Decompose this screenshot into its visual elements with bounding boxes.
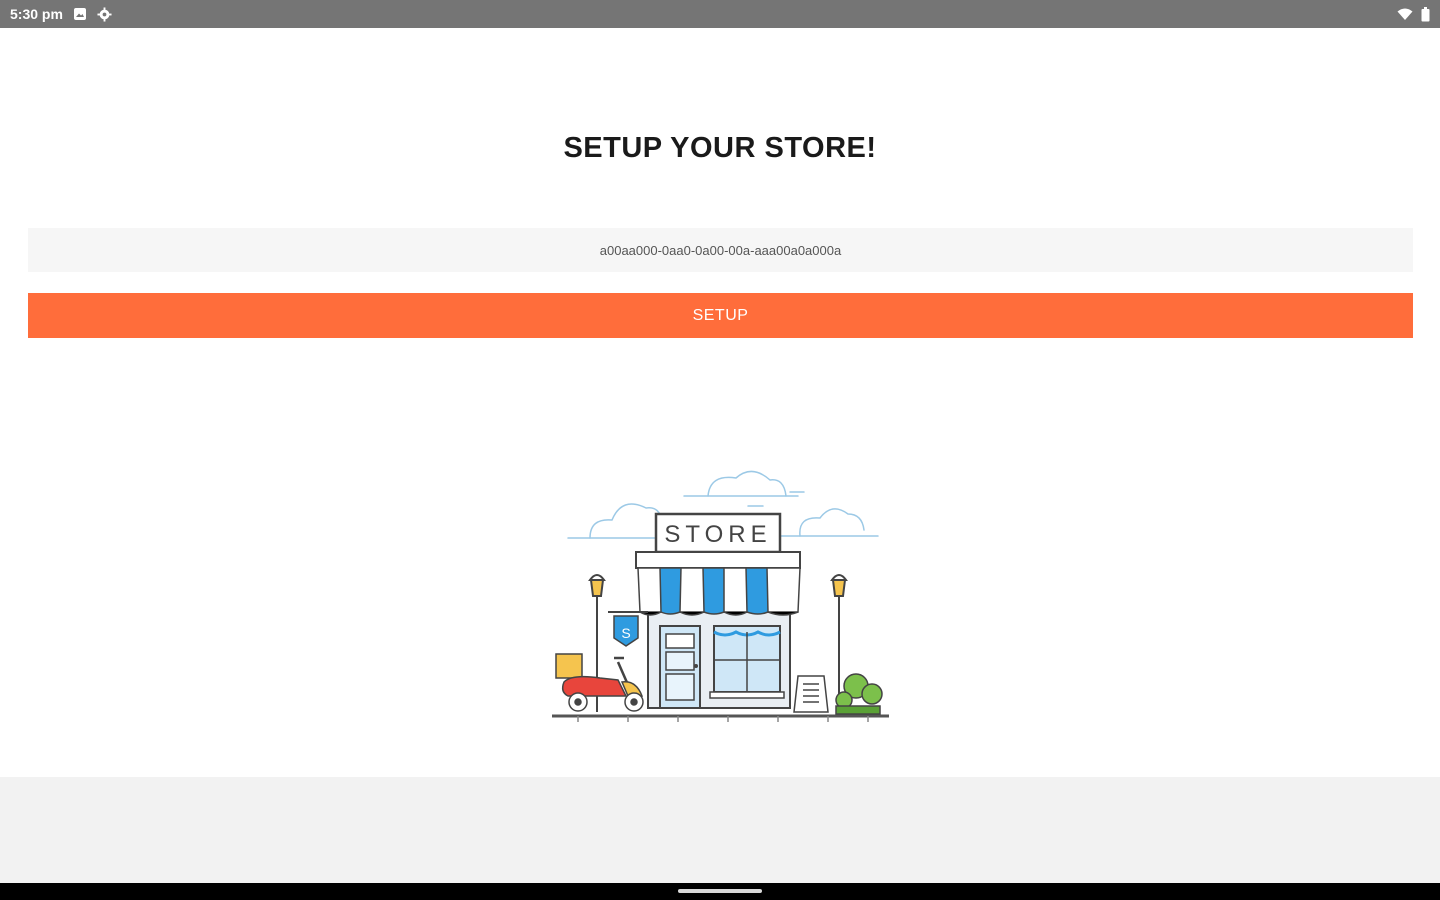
navigation-bar [0, 883, 1440, 900]
page-title: SETUP YOUR STORE! [563, 132, 877, 164]
home-gesture-handle[interactable] [678, 889, 762, 893]
hanging-sign-text: S [621, 625, 630, 641]
status-bar: 5:30 pm [0, 0, 1440, 28]
store-door [659, 625, 701, 709]
bushes [835, 673, 883, 715]
battery-icon [1421, 6, 1430, 22]
delivery-scooter [555, 653, 644, 712]
status-bar-left: 5:30 pm [10, 6, 112, 22]
wifi-icon [1397, 8, 1413, 21]
status-bar-right [1397, 6, 1430, 22]
awning [637, 567, 801, 616]
store-window [709, 625, 785, 699]
image-notification-icon [73, 7, 87, 21]
settings-gear-icon [97, 6, 112, 22]
store-illustration: STORE S [552, 470, 889, 722]
status-time: 5:30 pm [10, 6, 63, 22]
footer-area [0, 777, 1440, 883]
store-token-input[interactable] [28, 228, 1413, 272]
hanging-sign: S [608, 611, 648, 647]
menu-board [793, 675, 829, 713]
store-sign-text: STORE [664, 521, 771, 548]
setup-button[interactable]: SETUP [28, 293, 1413, 338]
